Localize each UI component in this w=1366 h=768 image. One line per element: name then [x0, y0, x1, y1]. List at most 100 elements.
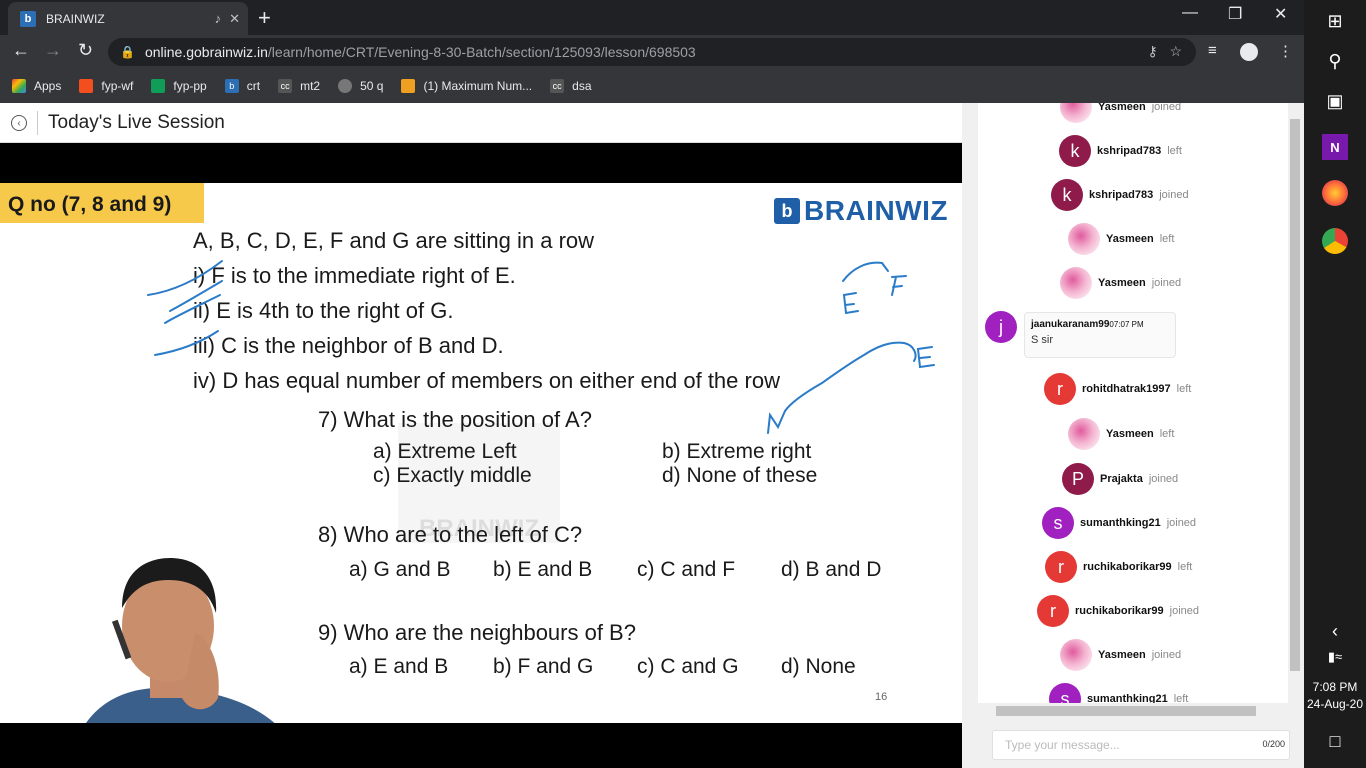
chat-vertical-scrollbar[interactable] [1288, 103, 1302, 703]
chat-action: joined [1166, 517, 1197, 529]
scrollbar-thumb[interactable] [996, 706, 1256, 716]
char-counter: 0/200 [1262, 739, 1285, 749]
chat-username: ruchikaborikar99 [1075, 605, 1164, 617]
forward-arrow-icon[interactable]: → [44, 40, 62, 61]
chat-action: joined [1151, 103, 1182, 113]
chat-action: left [1159, 428, 1175, 440]
list-item: s sumanthking21 joined [1042, 507, 1196, 539]
taskbar-date[interactable]: 24-Aug-20 [1304, 697, 1366, 711]
header-divider [37, 111, 38, 135]
chat-username: Prajakta [1100, 473, 1143, 485]
search-icon[interactable]: ⚲ [1322, 48, 1348, 74]
chat-message-user: jaanukaranam99 [1031, 319, 1110, 330]
close-tab-icon[interactable]: ✕ [229, 11, 240, 27]
chat-username: sumanthking21 [1080, 517, 1161, 529]
chat-username: Yasmeen [1106, 233, 1154, 245]
minimize-icon[interactable]: — [1182, 4, 1198, 22]
bookmark-50q[interactable]: 50 q [338, 79, 383, 93]
avatar [1060, 267, 1092, 299]
media-control-icon[interactable]: ≡ [1208, 42, 1217, 59]
chat-action: joined [1159, 189, 1189, 201]
chat-action: joined [1169, 605, 1200, 617]
task-view-icon[interactable]: ▣ [1322, 88, 1348, 114]
chat-username: Yasmeen [1098, 103, 1146, 113]
bookmark-dsa[interactable]: cc dsa [550, 79, 592, 93]
notifications-icon[interactable]: □ [1322, 728, 1348, 754]
bookmark-mt2[interactable]: cc mt2 [278, 79, 320, 93]
bookmark-crt[interactable]: b crt [224, 79, 260, 93]
sheet-icon [151, 79, 166, 93]
chat-username: rohitdhatrak1997 [1082, 383, 1171, 395]
video-player[interactable]: Q no (7, 8 and 9) b BRAINWIZ BRAINWIZ A,… [0, 143, 962, 768]
restore-icon[interactable]: ❐ [1228, 4, 1242, 24]
back-arrow-icon[interactable]: ← [12, 40, 30, 61]
avatar [1068, 418, 1100, 450]
taskbar-time[interactable]: 7:08 PM [1304, 680, 1366, 694]
chat-message-time: 07:07 PM [1109, 320, 1144, 329]
bookmark-fyp-pp[interactable]: fyp-pp [151, 79, 207, 93]
avatar: P [1062, 463, 1094, 495]
new-tab-button[interactable]: + [258, 5, 271, 31]
address-bar[interactable]: 🔒 online.gobrainwiz.in/learn/home/CRT/Ev… [108, 38, 1196, 66]
list-item: P Prajakta joined [1062, 463, 1178, 495]
chat-input-box: 0/200 [992, 730, 1290, 760]
chat-username: kshripad783 [1089, 189, 1154, 201]
chat-message-input[interactable] [993, 731, 1233, 759]
leetcode-icon [401, 79, 416, 93]
avatar [1068, 223, 1100, 255]
chrome-icon[interactable] [1322, 228, 1348, 254]
bookmark-label: dsa [572, 79, 592, 93]
avatar: j [985, 311, 1017, 343]
chat-username: ruchikaborikar99 [1083, 561, 1172, 573]
avatar: r [1045, 551, 1077, 583]
bookmark-label: mt2 [300, 79, 321, 93]
chat-action: joined [1148, 473, 1179, 485]
key-and-star-icons[interactable]: ⚷ ☆ [1148, 43, 1182, 60]
chevron-left-icon[interactable]: ‹ [1322, 618, 1348, 644]
presentation-slide: Q no (7, 8 and 9) b BRAINWIZ BRAINWIZ A,… [0, 183, 962, 723]
avatar: k [1059, 135, 1091, 167]
avatar: r [1037, 595, 1069, 627]
windows-start-icon[interactable]: ⊞ [1322, 8, 1348, 34]
bookmark-label: 50 q [360, 79, 384, 93]
chat-left-gutter [962, 103, 978, 768]
figma-icon [79, 79, 94, 93]
menu-kebab-icon[interactable]: ⋮ [1278, 42, 1293, 60]
reload-icon[interactable]: ↻ [78, 40, 93, 61]
cc-icon: cc [278, 79, 293, 93]
chat-action: left [1159, 233, 1175, 245]
chat-message-list[interactable]: Yasmeen joined k kshripad783 left k kshr… [978, 103, 1288, 703]
bookmark-leetcode[interactable]: (1) Maximum Num... [401, 79, 532, 93]
url-host: online.gobrainwiz.in [144, 44, 268, 60]
close-window-icon[interactable]: ✕ [1274, 4, 1287, 24]
cc-icon: cc [550, 79, 565, 93]
list-item: r rohitdhatrak1997 left [1044, 373, 1191, 405]
avatar: r [1044, 373, 1076, 405]
chat-horizontal-scrollbar[interactable] [980, 703, 1288, 719]
chat-message-card: jaanukaranam9907:07 PM S sir [1024, 312, 1176, 358]
chat-action: left [1176, 383, 1192, 395]
firefox-icon[interactable] [1322, 180, 1348, 206]
bookmark-fyp-wf[interactable]: fyp-wf [79, 79, 133, 93]
globe-icon [338, 79, 353, 93]
browser-toolbar: ← → ↻ 🔒 online.gobrainwiz.in/learn/home/… [0, 35, 1304, 69]
chat-message-avatar-row: j [985, 311, 1023, 343]
chat-action: joined [1151, 649, 1182, 661]
avatar [1060, 103, 1092, 123]
scrollbar-thumb[interactable] [1290, 119, 1300, 671]
chat-username: sumanthking21 [1087, 693, 1168, 703]
audio-playing-icon[interactable]: ♪ [215, 11, 222, 26]
avatar: s [1049, 683, 1081, 703]
chat-username: Yasmeen [1098, 277, 1146, 289]
list-item: Yasmeen joined [1060, 639, 1181, 671]
battery-wifi-icon[interactable]: ▮≈ [1322, 644, 1348, 670]
onenote-icon[interactable]: N [1322, 134, 1348, 160]
bookmark-apps[interactable]: Apps [12, 79, 61, 93]
profile-avatar-icon[interactable] [1240, 43, 1258, 61]
chat-action: joined [1151, 277, 1182, 289]
chat-panel: Yasmeen joined k kshripad783 left k kshr… [962, 103, 1304, 768]
back-circle-icon[interactable]: ‹ [11, 115, 27, 131]
browser-tab[interactable]: b BRAINWIZ ♪ ✕ [8, 2, 248, 35]
brainwiz-favicon-icon: b [20, 10, 36, 27]
list-item: Yasmeen joined [1060, 103, 1181, 123]
